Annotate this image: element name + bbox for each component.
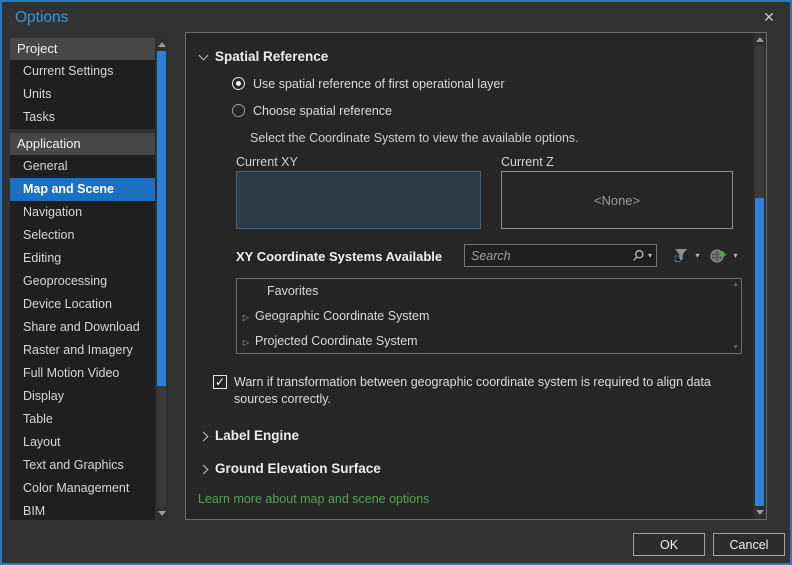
current-xy-box[interactable]: [236, 171, 481, 229]
globe-caret-icon[interactable]: ▾: [733, 251, 737, 260]
list-item-label: Favorites: [267, 284, 319, 298]
close-icon[interactable]: ✕: [760, 9, 778, 26]
search-input[interactable]: [471, 248, 632, 263]
sidebar: Project Current Settings Units Tasks App…: [10, 38, 168, 520]
ok-button[interactable]: OK: [633, 533, 705, 556]
add-coordinate-system-button[interactable]: ▾: [708, 244, 740, 267]
filter-button[interactable]: ▾: [672, 244, 702, 267]
sidebar-item-table[interactable]: Table: [10, 408, 155, 431]
radio-label: Choose spatial reference: [253, 104, 392, 118]
section-spatial-reference[interactable]: Spatial Reference: [198, 49, 329, 64]
list-item-geographic[interactable]: ▷ Geographic Coordinate System: [237, 304, 741, 329]
sidebar-item-full-motion-video[interactable]: Full Motion Video: [10, 362, 155, 385]
chevron-right-icon: [198, 464, 209, 475]
scroll-up-icon[interactable]: [755, 37, 764, 42]
search-icon[interactable]: [632, 249, 645, 262]
sidebar-item-tasks[interactable]: Tasks: [10, 106, 155, 129]
search-caret-icon[interactable]: ▾: [648, 251, 652, 260]
sidebar-item-display[interactable]: Display: [10, 385, 155, 408]
current-z-label: Current Z: [501, 155, 554, 169]
list-item-label: Geographic Coordinate System: [255, 309, 430, 323]
list-scroll-down-icon[interactable]: ▼: [732, 344, 739, 351]
radio-selected-icon[interactable]: [232, 77, 245, 90]
section-ground-elevation-surface[interactable]: Ground Elevation Surface: [198, 461, 381, 476]
list-item-favorites[interactable]: Favorites: [237, 279, 741, 304]
sidebar-item-device-location[interactable]: Device Location: [10, 293, 155, 316]
globe-add-icon: [710, 249, 727, 262]
filter-caret-icon[interactable]: ▾: [695, 251, 699, 260]
sidebar-item-color-management[interactable]: Color Management: [10, 477, 155, 500]
list-item-label: Projected Coordinate System: [255, 334, 418, 348]
sidebar-item-navigation[interactable]: Navigation: [10, 201, 155, 224]
sidebar-scroll-thumb[interactable]: [157, 51, 166, 386]
list-item-projected[interactable]: ▷ Projected Coordinate System: [237, 329, 741, 354]
sidebar-item-share-and-download[interactable]: Share and Download: [10, 316, 155, 339]
sidebar-list: Project Current Settings Units Tasks App…: [10, 38, 155, 520]
main-scroll-thumb[interactable]: [755, 198, 764, 506]
xy-available-label: XY Coordinate Systems Available: [236, 249, 443, 264]
radio-use-first-layer[interactable]: Use spatial reference of first operation…: [232, 77, 505, 91]
sidebar-item-bim[interactable]: BIM: [10, 500, 155, 520]
cancel-button[interactable]: Cancel: [713, 533, 785, 556]
current-xy-label: Current XY: [236, 155, 298, 169]
sidebar-item-raster-and-imagery[interactable]: Raster and Imagery: [10, 339, 155, 362]
list-scroll-up-icon[interactable]: ▲: [732, 281, 739, 288]
sidebar-item-editing[interactable]: Editing: [10, 247, 155, 270]
section-label-engine[interactable]: Label Engine: [198, 428, 300, 443]
sidebar-item-map-and-scene[interactable]: Map and Scene: [10, 178, 155, 201]
settings-panel: Spatial Reference Use spatial reference …: [185, 32, 767, 520]
filter-icon: [674, 249, 688, 262]
scroll-down-icon[interactable]: [755, 510, 764, 515]
sidebar-item-selection[interactable]: Selection: [10, 224, 155, 247]
section-title: Ground Elevation Surface: [215, 461, 381, 476]
sidebar-group-project: Project: [10, 38, 155, 60]
sidebar-group-application: Application: [10, 133, 155, 155]
expander-icon[interactable]: ▷: [237, 305, 255, 330]
scroll-down-icon[interactable]: [157, 511, 166, 516]
sidebar-item-layout[interactable]: Layout: [10, 431, 155, 454]
dialog-title: Options: [15, 9, 69, 26]
expander-icon[interactable]: ▷: [237, 330, 255, 355]
sidebar-item-general[interactable]: General: [10, 155, 155, 178]
sidebar-item-geoprocessing[interactable]: Geoprocessing: [10, 270, 155, 293]
search-box[interactable]: ▾: [464, 244, 657, 267]
sidebar-item-units[interactable]: Units: [10, 83, 155, 106]
section-title: Spatial Reference: [215, 49, 329, 64]
title-bar: Options ✕: [2, 2, 790, 34]
checkbox-checked-icon[interactable]: ✓: [213, 375, 227, 389]
current-z-value: <None>: [593, 192, 641, 208]
current-z-box[interactable]: <None>: [501, 171, 733, 229]
coordinate-systems-list: Favorites ▷ Geographic Coordinate System …: [236, 278, 742, 354]
section-title: Label Engine: [215, 428, 300, 443]
sidebar-scrollbar[interactable]: [155, 38, 168, 520]
options-dialog: Options ✕ Project Current Settings Units…: [0, 0, 792, 565]
warn-transformation-label: Warn if transformation between geographi…: [234, 375, 711, 406]
coordinate-system-hint: Select the Coordinate System to view the…: [250, 131, 579, 145]
scroll-up-icon[interactable]: [157, 42, 166, 47]
sidebar-item-current-settings[interactable]: Current Settings: [10, 60, 155, 83]
radio-choose-spatial-reference[interactable]: Choose spatial reference: [232, 104, 392, 118]
radio-unselected-icon[interactable]: [232, 104, 245, 117]
sidebar-item-text-and-graphics[interactable]: Text and Graphics: [10, 454, 155, 477]
radio-label: Use spatial reference of first operation…: [253, 77, 505, 91]
chevron-down-icon: [198, 50, 209, 61]
chevron-right-icon: [198, 431, 209, 442]
main-scrollbar[interactable]: [753, 33, 766, 519]
warn-transformation-row: ✓ Warn if transformation between geograp…: [213, 374, 749, 408]
learn-more-link[interactable]: Learn more about map and scene options: [198, 492, 429, 506]
